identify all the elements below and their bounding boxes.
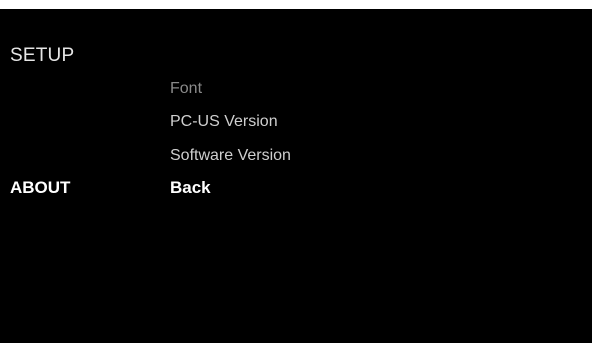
menu-item-back[interactable]: Back — [170, 178, 211, 198]
menu-title: SETUP — [10, 45, 75, 66]
menu-item-software-version[interactable]: Software Version — [170, 147, 291, 165]
menu-item-font[interactable]: Font — [170, 80, 202, 98]
menu-item-pc-us-version[interactable]: PC-US Version — [170, 113, 278, 131]
device-screen: SETUP Font PC-US Version Software Versio… — [0, 9, 592, 343]
section-label-about: ABOUT — [10, 178, 71, 197]
